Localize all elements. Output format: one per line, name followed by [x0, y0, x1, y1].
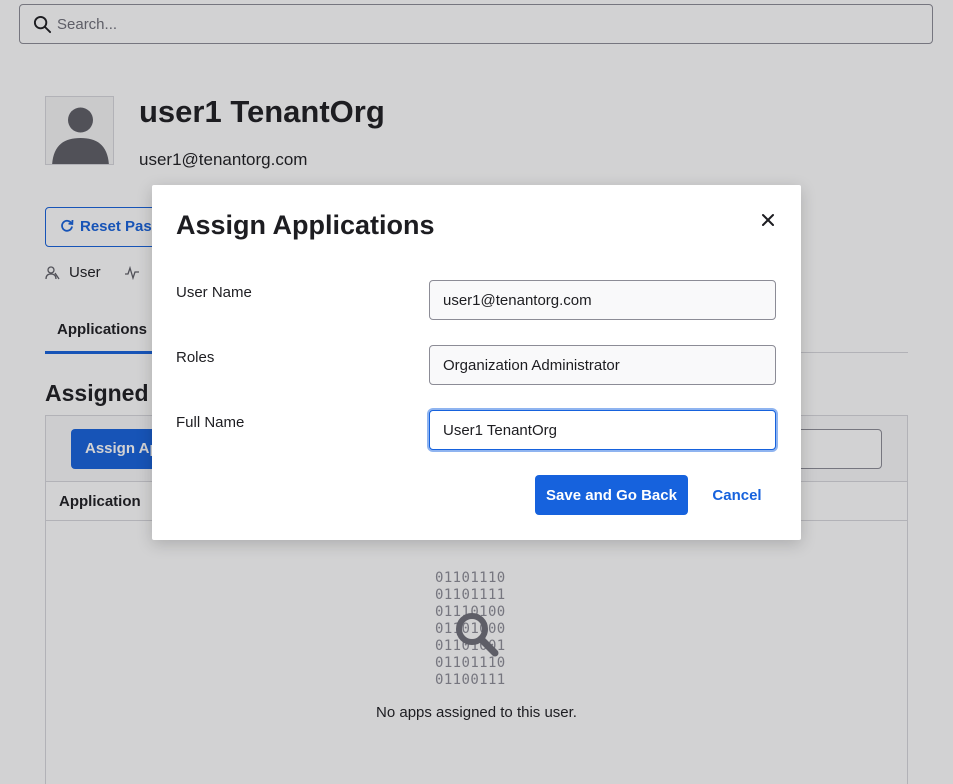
full-name-field[interactable]	[429, 410, 776, 450]
save-and-go-back-button[interactable]: Save and Go Back	[535, 475, 688, 515]
roles-label: Roles	[176, 349, 215, 366]
cancel-button[interactable]: Cancel	[704, 475, 770, 515]
user-name-label: User Name	[176, 284, 252, 301]
dialog-title: Assign Applications	[176, 210, 435, 240]
user-name-field[interactable]	[429, 280, 776, 320]
roles-field[interactable]	[429, 345, 776, 385]
full-name-label: Full Name	[176, 414, 245, 431]
close-icon[interactable]	[757, 209, 779, 231]
assign-applications-dialog: Assign Applications User Name Roles Full…	[152, 185, 801, 540]
